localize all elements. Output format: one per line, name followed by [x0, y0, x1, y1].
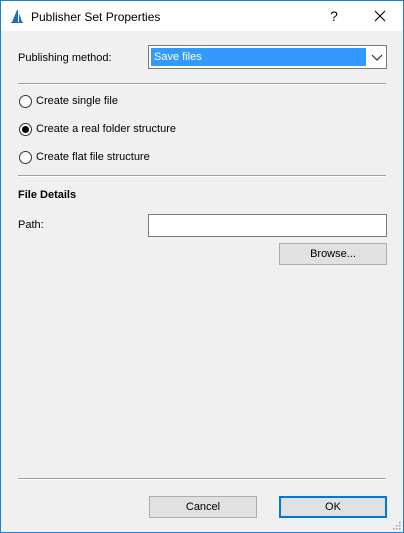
title-bar[interactable]: Publisher Set Properties ? — [1, 1, 403, 31]
browse-button[interactable]: Browse... — [279, 243, 387, 265]
option-create-real-folder-structure[interactable]: Create a real folder structure — [19, 121, 176, 137]
ok-button[interactable]: OK — [279, 496, 387, 518]
radio-flat-file-structure[interactable] — [19, 150, 32, 164]
publishing-method-selected-value: Save files — [151, 48, 366, 66]
publishing-method-dropdown[interactable]: Save files — [148, 45, 387, 69]
divider-top — [18, 83, 386, 85]
option-label: Create flat file structure — [36, 151, 150, 163]
cancel-button[interactable]: Cancel — [149, 496, 257, 518]
close-button[interactable] — [357, 1, 403, 31]
help-button[interactable]: ? — [311, 1, 357, 31]
path-label: Path: — [18, 219, 44, 231]
option-label: Create a real folder structure — [36, 123, 177, 135]
radio-real-folder-structure[interactable] — [19, 122, 32, 136]
option-label: Create single file — [36, 95, 118, 107]
publisher-set-properties-dialog: Publisher Set Properties ? Publishing me… — [0, 0, 404, 533]
publishing-method-label: Publishing method: — [18, 52, 112, 64]
file-details-heading: File Details — [18, 189, 77, 201]
resize-grip-icon[interactable] — [391, 520, 401, 530]
chevron-down-icon — [371, 54, 383, 61]
path-input[interactable] — [148, 214, 387, 237]
option-create-single-file[interactable]: Create single file — [19, 93, 118, 109]
close-icon — [374, 10, 386, 22]
divider-bottom — [18, 478, 386, 480]
radio-single-file[interactable] — [19, 94, 32, 108]
archicad-icon — [11, 10, 23, 23]
option-create-flat-file-structure[interactable]: Create flat file structure — [19, 149, 150, 165]
divider-middle — [18, 175, 386, 177]
window-title: Publisher Set Properties — [31, 10, 161, 24]
